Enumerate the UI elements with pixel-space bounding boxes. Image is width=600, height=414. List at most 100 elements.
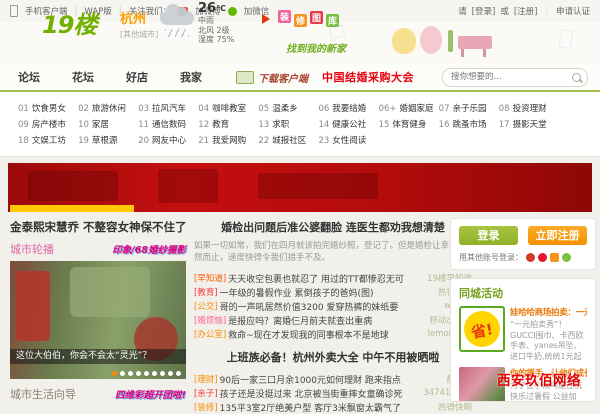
post-title[interactable]: 救命~现在才发现我的同事根本不是地球: [228, 328, 421, 341]
post-row[interactable]: [装修] 135平3室2厅绝美户型 客厅3米飘窗太霸气了 热得快啊: [194, 400, 472, 414]
post-row[interactable]: [公交] 哥的一声吼居然价值3200 爱穿热裤的妹纸要 wjl504: [194, 299, 472, 313]
tab-home[interactable]: 我家: [180, 69, 202, 85]
save-badge-image: 省!: [459, 306, 505, 352]
promo-banner[interactable]: 装 修 图 库: [262, 10, 339, 27]
kaixin-icon[interactable]: [562, 253, 571, 262]
carousel-dot[interactable]: [136, 371, 141, 376]
other-city-link[interactable]: [其他城市]: [120, 29, 158, 40]
login-card: 登录 立即注册 用其他账号登录：: [450, 218, 596, 270]
category-item[interactable]: 17摄影天堂: [499, 117, 554, 133]
carousel-dot[interactable]: [168, 371, 173, 376]
login-button[interactable]: 登录: [459, 226, 518, 245]
carousel-dot[interactable]: [128, 371, 133, 376]
ad-banner[interactable]: [8, 163, 592, 212]
weather-temp: 26: [198, 1, 216, 16]
activity-header[interactable]: 同城活动: [459, 285, 587, 301]
post-title[interactable]: 天天收空包裹也就忍了 用过的TT都惨忍无可: [228, 272, 421, 285]
left-headline-link[interactable]: 金泰熙宋慧乔 不整容女神保不住了: [10, 219, 186, 235]
download-label: 下载客户端: [258, 70, 308, 85]
search-icon[interactable]: [572, 73, 581, 82]
site-logo[interactable]: 19楼: [42, 5, 96, 40]
mascot-cat: [392, 28, 416, 54]
city-carousel[interactable]: 这位大伯伯，你会不会太“灵光”？: [10, 261, 186, 379]
post-row[interactable]: [理财] 90后一家三口月余1000元如何理财 跑来指点 静竞净: [194, 372, 472, 386]
other-login-label: 用其他账号登录：: [459, 252, 523, 263]
lead-post-excerpt: 如果一切如常，我们在四月就该拍完婚纱照，登记了。但是婚检让幸福戛然而止，速度快得…: [194, 240, 472, 264]
weather-humidity: 湿度 75%: [198, 35, 234, 45]
activity-body: “一元拍卖秀”！GUCCI围巾、卡西欧手表、yanes吊坠、进口牛奶,统统1元起: [510, 320, 587, 362]
register-button[interactable]: 立即注册: [528, 226, 587, 245]
tab-shop[interactable]: 好店: [126, 69, 148, 85]
section-post-title[interactable]: 上班族必备！杭州外卖大全 中午不用被晒啦: [194, 349, 472, 365]
post-title[interactable]: 孩子还是没挺过来 北京被当街重摔女童确诊死: [220, 387, 418, 400]
arrow-right-icon: [262, 14, 275, 24]
carousel-photo: [70, 267, 150, 317]
divider: ｜: [542, 5, 551, 17]
lead-post-title[interactable]: 婚检出问题后准公婆翻脸 连医生都劝我想清楚: [194, 219, 472, 235]
tab-forum[interactable]: 论坛: [18, 69, 40, 85]
carousel-dot[interactable]: [152, 371, 157, 376]
post-title[interactable]: 一年级的暑假作业 累倒孩子的爸妈(图): [220, 286, 432, 299]
post-tag: [办公室]: [194, 328, 226, 340]
register-link[interactable]: [注册]: [514, 5, 538, 17]
post-list-2: [理财] 90后一家三口月余1000元如何理财 跑来指点 静竞净 [亲子] 孩子…: [194, 372, 472, 414]
activity-title[interactable]: 娃哈哈商场拍卖：一元起拍: [510, 306, 587, 318]
carousel-label[interactable]: 城市轮播: [10, 241, 54, 257]
cert-link[interactable]: 申请认证: [556, 5, 590, 17]
post-title[interactable]: 哥的一声吼居然价值3200 爱穿热裤的妹纸要: [220, 300, 438, 313]
category-item[interactable]: 18文娱工坊: [18, 133, 73, 149]
post-title[interactable]: 90后一家三口月余1000元如何理财 跑来指点: [220, 373, 441, 386]
post-row[interactable]: [亲子] 孩子还是没挺过来 北京被当街重摔女童确诊死 347410473: [194, 386, 472, 400]
login-link[interactable]: [登录]: [472, 5, 496, 17]
table-doodle-icon: [458, 36, 492, 49]
carousel-dot[interactable]: [144, 371, 149, 376]
weather-unit: °C: [216, 4, 226, 13]
category-item[interactable]: 19草根源: [78, 133, 133, 149]
wedding-expo-link[interactable]: 中国结婚采购大会: [322, 69, 414, 85]
carousel-caption[interactable]: 这位大伯伯，你会不会太“灵光”？: [10, 349, 186, 364]
ad-art: [158, 169, 218, 203]
or-label: 或: [500, 5, 509, 17]
promo-tag-icon: 修: [294, 14, 307, 27]
post-title[interactable]: 135平3室2厅绝美户型 客厅3米飘窗太霸气了: [220, 401, 432, 414]
post-list: [早知道] 天天收空包裹也就忍了 用过的TT都惨忍无可 19楼早知道 [教育] …: [194, 271, 472, 341]
promo-tag-icon: 装: [278, 10, 291, 23]
carousel-dot[interactable]: [176, 371, 181, 376]
post-row[interactable]: [办公室] 救命~现在才发现我的同事根本不是地球 lemonsam: [194, 327, 472, 341]
download-client-link[interactable]: 下载客户端: [236, 70, 308, 85]
city-guide-badge[interactable]: 四维彩超开团啦!: [115, 387, 186, 401]
post-author[interactable]: 热得快啊: [438, 401, 472, 413]
post-row[interactable]: [婚烦恼] 是报应吗？离婚仨月前夫就查出重病 移动出账人: [194, 313, 472, 327]
category-item[interactable]: 20网友中心: [138, 133, 193, 149]
post-title[interactable]: 是报应吗？离婚仨月前夫就查出重病: [228, 314, 423, 327]
post-row[interactable]: [教育] 一年级的暑假作业 累倒孩子的爸妈(图) 热得快啊: [194, 285, 472, 299]
category-item[interactable]: 15体育健身: [379, 117, 434, 133]
post-row[interactable]: [早知道] 天天收空包裹也就忍了 用过的TT都惨忍无可 19楼早知道: [194, 271, 472, 285]
carousel-dot[interactable]: [120, 371, 125, 376]
weather-rain-icon: [165, 29, 189, 37]
city-name[interactable]: 杭州: [120, 8, 158, 27]
qq-icon[interactable]: [526, 253, 535, 262]
category-item[interactable]: 22城报社区: [258, 133, 313, 149]
category-item[interactable]: 21我爱网购: [198, 133, 253, 149]
mascot-rabbit: [420, 26, 442, 54]
carousel-ad-badge[interactable]: 印象/68婚纱摄影: [112, 242, 186, 256]
promo-tag-icon: 图: [310, 11, 323, 24]
promo-slogan[interactable]: 找到我的新家: [286, 40, 346, 55]
post-tag: [装修]: [194, 401, 218, 413]
post-tag: [早知道]: [194, 272, 226, 284]
login-pre-label: 请: [458, 5, 467, 17]
carousel-dot[interactable]: [160, 371, 165, 376]
category-item[interactable]: 16跳蚤市场: [439, 117, 494, 133]
phone-icon: [10, 5, 18, 17]
carousel-dot[interactable]: [112, 371, 117, 376]
tab-flower[interactable]: 花坛: [72, 69, 94, 85]
weibo-login-icon[interactable]: [538, 253, 547, 262]
search-input[interactable]: [449, 71, 572, 83]
activity-item[interactable]: 省! 娃哈哈商场拍卖：一元起拍 “一元拍卖秀”！GUCCI围巾、卡西欧手表、ya…: [459, 306, 587, 362]
weather-cloud-icon: [160, 11, 194, 25]
post-tag: [教育]: [194, 286, 218, 298]
carousel-dots: [112, 371, 181, 376]
category-item[interactable]: 23女性阅读: [318, 133, 373, 149]
renren-icon[interactable]: [550, 253, 559, 262]
